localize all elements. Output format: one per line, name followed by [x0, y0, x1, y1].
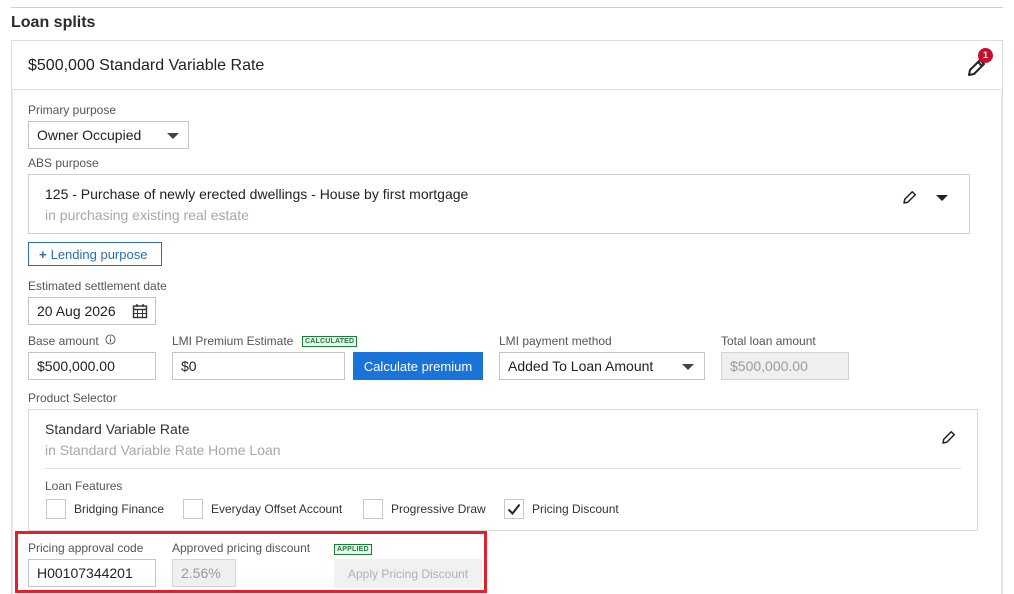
lmi-method-select[interactable]: Added To Loan Amount — [499, 352, 705, 380]
abs-purpose-select[interactable]: 125 - Purchase of newly erected dwelling… — [28, 174, 970, 234]
chevron-down-icon — [682, 364, 694, 370]
settlement-date-value: 20 Aug 2026 — [37, 303, 116, 319]
split-title: $500,000 Standard Variable Rate — [28, 57, 265, 74]
info-icon[interactable] — [105, 334, 116, 345]
calculate-premium-button[interactable]: Calculate premium — [353, 352, 483, 380]
bridging-finance-label: Bridging Finance — [74, 502, 165, 516]
progressive-draw-checkbox[interactable] — [363, 499, 383, 519]
product-selector-label: Product Selector — [28, 391, 117, 405]
add-lending-purpose-button[interactable]: + Lending purpose — [28, 242, 162, 266]
base-amount-input[interactable]: $500,000.00 — [28, 352, 156, 380]
primary-purpose-select[interactable]: Owner Occupied — [28, 121, 189, 149]
bridging-finance-checkbox[interactable] — [46, 499, 66, 519]
settlement-date-input[interactable]: 20 Aug 2026 — [28, 297, 156, 325]
pricing-discount-checkbox[interactable] — [504, 499, 524, 519]
pencil-icon[interactable] — [901, 188, 919, 206]
product-title: Standard Variable Rate — [45, 421, 190, 437]
product-sub: in Standard Variable Rate Home Loan — [45, 442, 281, 458]
lmi-method-label: LMI payment method — [499, 334, 612, 348]
base-amount-label: Base amount — [28, 334, 116, 348]
checkmark-icon — [507, 503, 521, 516]
plus-icon: + — [39, 246, 47, 262]
total-loan-label: Total loan amount — [721, 334, 816, 348]
everyday-offset-label: Everyday Offset Account — [211, 502, 343, 516]
everyday-offset-checkbox[interactable] — [183, 499, 203, 519]
chevron-down-icon[interactable] — [936, 195, 948, 201]
calendar-icon[interactable] — [132, 303, 148, 319]
notification-badge: 1 — [978, 48, 993, 63]
progressive-draw-label: Progressive Draw — [391, 502, 486, 516]
lmi-premium-label: LMI Premium Estimate — [172, 334, 294, 348]
lmi-method-value: Added To Loan Amount — [508, 358, 654, 374]
abs-purpose-label: ABS purpose — [28, 156, 99, 170]
top-divider — [11, 7, 1003, 8]
lmi-premium-input[interactable]: $0 — [172, 352, 345, 380]
primary-purpose-value: Owner Occupied — [37, 127, 142, 143]
abs-purpose-sub: in purchasing existing real estate — [45, 207, 249, 223]
abs-purpose-value: 125 - Purchase of newly erected dwelling… — [45, 186, 469, 202]
product-selector: Standard Variable Rate in Standard Varia… — [28, 409, 978, 531]
highlight-box — [15, 531, 487, 593]
pricing-discount-label: Pricing Discount — [532, 502, 619, 516]
section-title: Loan splits — [11, 14, 96, 31]
calculated-tag: CALCULATED — [302, 336, 358, 347]
loan-features-label: Loan Features — [45, 479, 123, 493]
split-header: $500,000 Standard Variable Rate 1 — [12, 41, 1002, 90]
total-loan-input: $500,000.00 — [721, 352, 849, 380]
product-divider — [45, 468, 961, 469]
primary-purpose-label: Primary purpose — [28, 103, 117, 117]
chevron-down-icon — [167, 133, 179, 139]
pencil-icon[interactable] — [940, 428, 958, 446]
settlement-date-label: Estimated settlement date — [28, 279, 167, 293]
lending-purpose-label: Lending purpose — [50, 246, 148, 262]
